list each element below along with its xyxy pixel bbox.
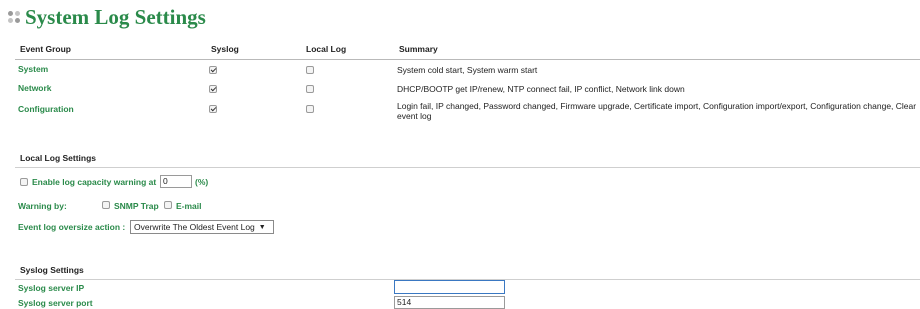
local-log-settings-title: Local Log Settings — [20, 153, 97, 163]
syslog-checkbox-configuration[interactable] — [209, 105, 217, 113]
event-group-configuration: Configuration — [18, 104, 74, 114]
syslog-server-ip-input[interactable] — [394, 280, 505, 294]
syslog-server-port-label: Syslog server port — [18, 298, 93, 308]
header-summary: Summary — [399, 44, 438, 54]
capacity-unit: (%) — [195, 177, 209, 187]
dots-icon — [8, 11, 22, 25]
summary-configuration: Login fail, IP changed, Password changed… — [397, 101, 917, 121]
local-log-checkbox-network[interactable] — [306, 85, 314, 93]
capacity-warning-input[interactable]: 0 — [160, 175, 192, 188]
warning-by-label: Warning by: — [18, 201, 67, 211]
page-title: System Log Settings — [25, 4, 206, 29]
header-event-group: Event Group — [20, 44, 72, 54]
table-header — [15, 41, 920, 60]
syslog-checkbox-system[interactable] — [209, 66, 217, 74]
local-log-checkbox-configuration[interactable] — [306, 105, 314, 113]
event-group-network: Network — [18, 83, 52, 93]
local-log-checkbox-system[interactable] — [306, 66, 314, 74]
capacity-warning-checkbox[interactable] — [20, 178, 28, 186]
email-label: E-mail — [176, 201, 202, 211]
local-log-divider — [15, 167, 920, 168]
snmp-trap-label: SNMP Trap — [114, 201, 159, 211]
summary-system: System cold start, System warm start — [397, 65, 538, 75]
email-checkbox[interactable] — [164, 201, 172, 209]
oversize-action-label: Event log oversize action : — [18, 222, 126, 232]
event-group-system: System — [18, 64, 49, 74]
header-syslog: Syslog — [211, 44, 239, 54]
oversize-action-select[interactable]: Overwrite The Oldest Event Log ▼ — [130, 220, 274, 234]
page-header: System Log Settings — [8, 4, 206, 30]
header-local-log: Local Log — [306, 44, 347, 54]
summary-network: DHCP/BOOTP get IP/renew, NTP connect fai… — [397, 84, 685, 94]
capacity-warning-label: Enable log capacity warning at — [32, 177, 157, 187]
syslog-checkbox-network[interactable] — [209, 85, 217, 93]
oversize-action-value: Overwrite The Oldest Event Log — [134, 222, 255, 232]
snmp-trap-checkbox[interactable] — [102, 201, 110, 209]
chevron-down-icon: ▼ — [258, 223, 266, 231]
syslog-settings-title: Syslog Settings — [20, 265, 84, 275]
syslog-server-port-input[interactable]: 514 — [394, 296, 505, 309]
syslog-server-ip-label: Syslog server IP — [18, 283, 85, 293]
